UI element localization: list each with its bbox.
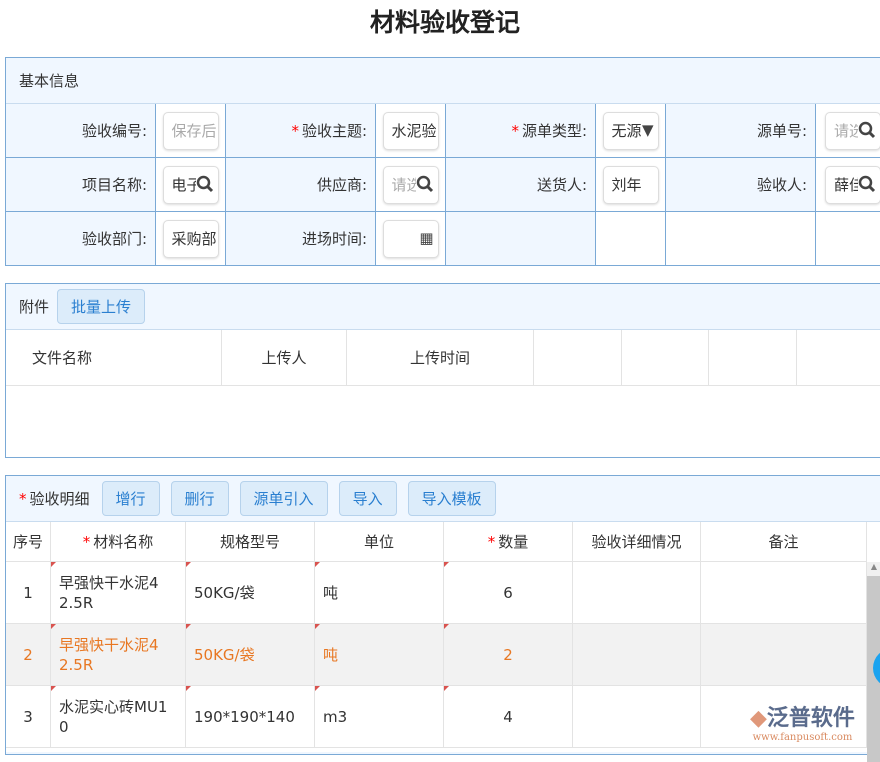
- field-input-cell: [816, 212, 880, 266]
- table-cell[interactable]: 2: [444, 624, 573, 686]
- field-label: 项目名称:: [6, 158, 156, 212]
- basic-info-panel: 基本信息 验收编号:保存后*验收主题:水泥验*源单类型:无源▼源单号:请选项目名…: [5, 57, 880, 266]
- field-label: [446, 212, 596, 266]
- attachment-column-header: [622, 330, 709, 386]
- search-icon[interactable]: [416, 175, 434, 197]
- search-icon[interactable]: [196, 175, 214, 197]
- search-icon[interactable]: [858, 121, 876, 143]
- table-cell[interactable]: 早强快干水泥42.5R: [51, 562, 186, 624]
- attachment-column-header: [797, 330, 880, 386]
- field-input-cell: 请选: [376, 158, 446, 212]
- table-cell[interactable]: 水泥实心砖MU10: [51, 686, 186, 748]
- detail-column-header: 规格型号: [186, 522, 315, 562]
- table-cell: 1: [6, 562, 51, 624]
- field-label: 供应商:: [226, 158, 376, 212]
- field-input-cell: 薛佳: [816, 158, 880, 212]
- detail-column-header: *数量: [444, 522, 573, 562]
- dropdown-icon[interactable]: ▼: [642, 121, 654, 139]
- field-input-cell: 请选: [816, 104, 880, 158]
- field-input[interactable]: 电子: [163, 166, 219, 204]
- field-label: 送货人:: [446, 158, 596, 212]
- table-cell[interactable]: 50KG/袋: [186, 562, 315, 624]
- table-cell[interactable]: 吨: [315, 562, 444, 624]
- field-label: 验收部门:: [6, 212, 156, 266]
- detail-column-header: 备注: [701, 522, 867, 562]
- fanpu-logo: ◆泛普软件 www.fanpusoft.com: [750, 700, 855, 743]
- field-input[interactable]: 请选: [383, 166, 439, 204]
- table-cell[interactable]: [573, 686, 701, 748]
- field-input-cell: ▦: [376, 212, 446, 266]
- detail-button-0[interactable]: 增行: [102, 481, 160, 516]
- field-input[interactable]: 薛佳: [825, 166, 880, 204]
- table-cell[interactable]: 190*190*140: [186, 686, 315, 748]
- field-label: *验收主题:: [226, 104, 376, 158]
- field-label: 验收编号:: [6, 104, 156, 158]
- field-input-cell: 刘年: [596, 158, 666, 212]
- field-input[interactable]: 刘年: [603, 166, 659, 204]
- field-label: 进场时间:: [226, 212, 376, 266]
- detail-button-4[interactable]: 导入模板: [408, 481, 496, 516]
- calendar-icon[interactable]: ▦: [419, 229, 433, 247]
- detail-panel: *验收明细 增行删行源单引入导入导入模板 序号*材料名称规格型号单位*数量验收详…: [5, 475, 880, 755]
- field-label: 源单号:: [666, 104, 816, 158]
- search-icon[interactable]: [858, 175, 876, 197]
- field-label: *源单类型:: [446, 104, 596, 158]
- page-title: 材料验收登记: [0, 3, 880, 39]
- table-cell[interactable]: 6: [444, 562, 573, 624]
- attachment-column-header: [709, 330, 797, 386]
- attachment-column-header: 上传时间: [347, 330, 534, 386]
- field-label: [666, 212, 816, 266]
- detail-column-header: 验收详细情况: [573, 522, 701, 562]
- batch-upload-button[interactable]: 批量上传: [57, 289, 145, 324]
- table-cell[interactable]: 50KG/袋: [186, 624, 315, 686]
- field-input[interactable]: 水泥验: [383, 112, 439, 150]
- table-cell[interactable]: 吨: [315, 624, 444, 686]
- detail-button-3[interactable]: 导入: [339, 481, 397, 516]
- table-cell: 2: [6, 624, 51, 686]
- detail-button-2[interactable]: 源单引入: [240, 481, 328, 516]
- table-cell[interactable]: m3: [315, 686, 444, 748]
- field-input[interactable]: ▦: [383, 220, 439, 258]
- basic-info-header: 基本信息: [19, 70, 79, 91]
- field-input-cell: 电子: [156, 158, 226, 212]
- attachment-header: 附件: [19, 296, 49, 317]
- table-cell[interactable]: 4: [444, 686, 573, 748]
- attachment-column-header: [534, 330, 622, 386]
- detail-column-header: 单位: [315, 522, 444, 562]
- field-input-cell: 采购部: [156, 212, 226, 266]
- field-input[interactable]: 无源▼: [603, 112, 659, 150]
- table-cell[interactable]: [701, 624, 867, 686]
- attachment-panel: 附件 批量上传 文件名称上传人上传时间: [5, 283, 880, 458]
- attachment-column-header: 文件名称: [6, 330, 222, 386]
- detail-button-1[interactable]: 删行: [171, 481, 229, 516]
- detail-column-header: *材料名称: [51, 522, 186, 562]
- field-input-cell: 水泥验: [376, 104, 446, 158]
- table-cell[interactable]: 早强快干水泥42.5R: [51, 624, 186, 686]
- table-cell: 3: [6, 686, 51, 748]
- detail-header: *验收明细: [19, 488, 90, 509]
- field-input-cell: [596, 212, 666, 266]
- field-input[interactable]: 保存后: [163, 112, 219, 150]
- detail-column-header: 序号: [6, 522, 51, 562]
- table-cell[interactable]: [573, 624, 701, 686]
- field-input[interactable]: 请选: [825, 112, 880, 150]
- field-label: 验收人:: [666, 158, 816, 212]
- field-input-cell: 无源▼: [596, 104, 666, 158]
- attachment-column-header: 上传人: [222, 330, 347, 386]
- field-input-cell: 保存后: [156, 104, 226, 158]
- field-input[interactable]: 采购部: [163, 220, 219, 258]
- table-cell[interactable]: [701, 562, 867, 624]
- table-cell[interactable]: [573, 562, 701, 624]
